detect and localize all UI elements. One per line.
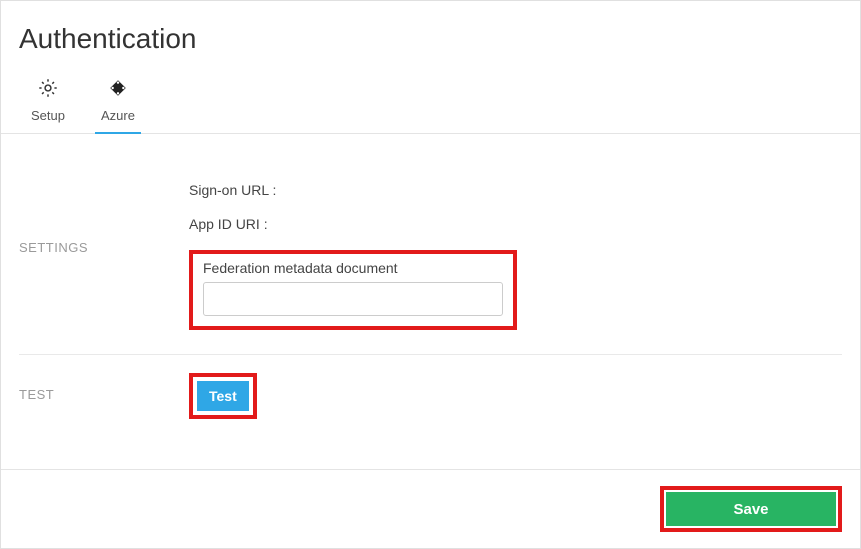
settings-section: SETTINGS Sign-on URL : App ID URI : Fede… bbox=[19, 164, 842, 355]
tabs-bar: Setup Azure bbox=[1, 65, 860, 134]
save-button[interactable]: Save bbox=[666, 492, 836, 526]
federation-label: Federation metadata document bbox=[203, 260, 503, 276]
signon-url-label: Sign-on URL : bbox=[189, 182, 842, 198]
appid-uri-label: App ID URI : bbox=[189, 216, 842, 232]
diamond-icon bbox=[107, 77, 129, 102]
settings-heading: SETTINGS bbox=[19, 182, 189, 330]
federation-input[interactable] bbox=[203, 282, 503, 316]
footer-bar: Save bbox=[1, 469, 860, 548]
tab-azure-label: Azure bbox=[101, 108, 135, 123]
test-section: TEST Test bbox=[19, 355, 842, 449]
test-heading: TEST bbox=[19, 373, 189, 419]
tab-setup[interactable]: Setup bbox=[31, 77, 65, 133]
page-title: Authentication bbox=[1, 1, 860, 65]
tab-setup-label: Setup bbox=[31, 108, 65, 123]
save-highlight: Save bbox=[660, 486, 842, 532]
tab-azure[interactable]: Azure bbox=[101, 77, 135, 133]
test-button[interactable]: Test bbox=[197, 381, 249, 411]
federation-highlight: Federation metadata document bbox=[189, 250, 517, 330]
content-area: SETTINGS Sign-on URL : App ID URI : Fede… bbox=[1, 134, 860, 449]
test-highlight: Test bbox=[189, 373, 257, 419]
gear-icon bbox=[37, 77, 59, 102]
